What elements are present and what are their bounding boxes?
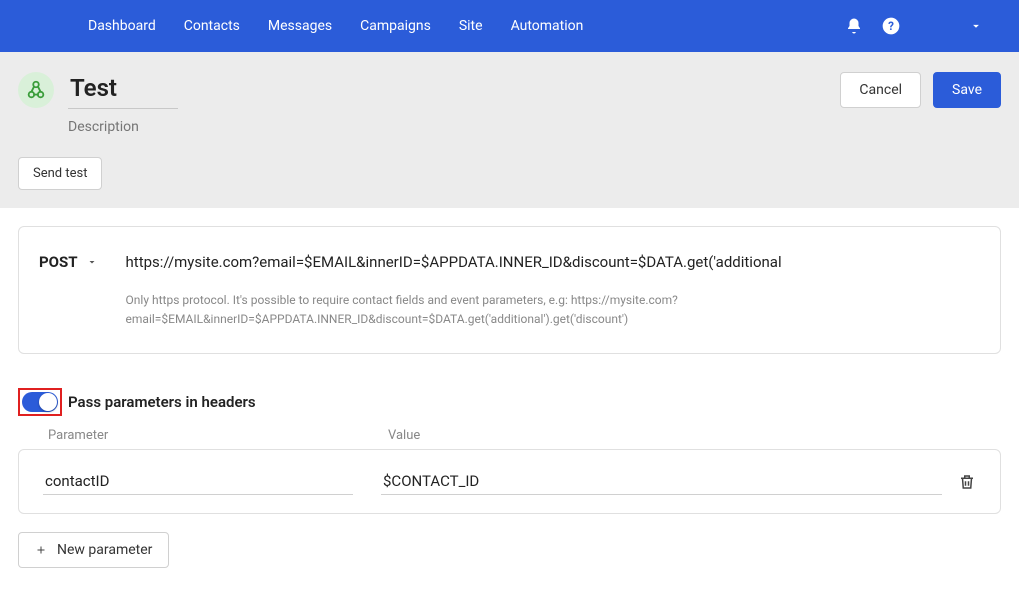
save-button[interactable]: Save (933, 72, 1001, 108)
url-input[interactable] (126, 251, 980, 273)
user-menu-chevron-icon[interactable] (969, 19, 983, 33)
plus-icon (35, 544, 47, 556)
content-area: POST Only https protocol. It's possible … (0, 208, 1019, 586)
new-parameter-button[interactable]: New parameter (18, 532, 169, 568)
nav-dashboard[interactable]: Dashboard (74, 18, 170, 34)
bell-icon[interactable] (845, 17, 863, 35)
col-parameter-label: Parameter (48, 428, 388, 443)
nav-messages[interactable]: Messages (254, 18, 346, 34)
toggle-highlight-box (18, 388, 62, 416)
nav-contacts[interactable]: Contacts (170, 18, 254, 34)
param-name-input[interactable] (43, 468, 353, 495)
nav-right: ? (845, 16, 1001, 36)
pass-headers-toggle[interactable] (22, 392, 58, 412)
nav-left: Dashboard Contacts Messages Campaigns Si… (18, 18, 597, 34)
chevron-down-icon (86, 256, 98, 268)
toggle-knob (39, 393, 57, 411)
send-test-button[interactable]: Send test (18, 157, 102, 190)
nav-site[interactable]: Site (445, 18, 497, 34)
top-nav: Dashboard Contacts Messages Campaigns Si… (0, 0, 1019, 52)
cancel-button[interactable]: Cancel (840, 72, 921, 108)
pass-headers-label: Pass parameters in headers (68, 393, 256, 411)
nav-automation[interactable]: Automation (497, 18, 598, 34)
delete-param-button[interactable] (958, 473, 976, 491)
param-value-input[interactable] (381, 468, 942, 495)
method-label: POST (39, 253, 78, 271)
param-columns-header: Parameter Value (18, 428, 1001, 443)
help-icon[interactable]: ? (881, 16, 901, 36)
svg-text:?: ? (888, 19, 894, 33)
new-parameter-label: New parameter (57, 542, 152, 558)
nav-campaigns[interactable]: Campaigns (346, 18, 445, 34)
param-row (18, 449, 1001, 514)
pass-headers-toggle-row: Pass parameters in headers (18, 388, 1001, 416)
title-input[interactable] (68, 72, 178, 109)
webhook-icon (18, 72, 54, 108)
request-card: POST Only https protocol. It's possible … (18, 226, 1001, 354)
trash-icon (958, 473, 976, 491)
method-select[interactable]: POST (39, 251, 98, 271)
url-hint: Only https protocol. It's possible to re… (126, 291, 980, 329)
header-area: Cancel Save Send test (0, 52, 1019, 208)
description-input[interactable] (68, 119, 268, 135)
col-value-label: Value (388, 428, 971, 443)
